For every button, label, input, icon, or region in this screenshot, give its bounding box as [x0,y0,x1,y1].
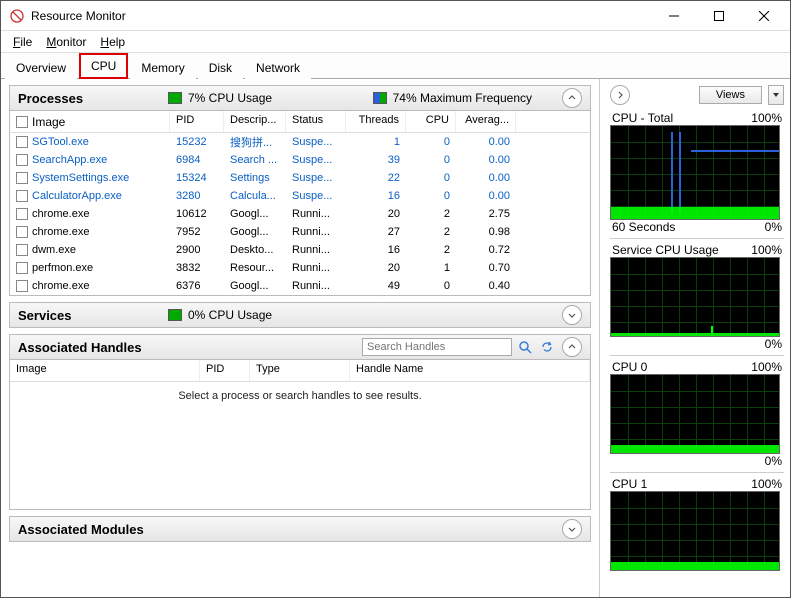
row-checkbox[interactable] [16,244,28,256]
services-cpu-text: 0% CPU Usage [188,308,272,322]
processes-collapse-button[interactable] [562,88,582,108]
chart-0: CPU - Total100%60 Seconds0% [610,111,784,239]
views-button[interactable]: Views [699,86,762,104]
chart-1: Service CPU Usage100%0% [610,243,784,356]
services-header[interactable]: Services 0% CPU Usage [9,302,591,328]
row-checkbox[interactable] [16,280,28,292]
row-checkbox[interactable] [16,136,28,148]
row-checkbox[interactable] [16,154,28,166]
right-pane: Views CPU - Total100%60 Seconds0%Service… [600,79,790,597]
table-row[interactable]: dwm.exe2900Deskto...Runni...1620.72 [10,241,590,259]
menu-monitor[interactable]: Monitor [40,33,92,51]
table-row[interactable]: CalculatorApp.exe3280Calcula...Suspe...1… [10,187,590,205]
minimize-button[interactable] [651,1,696,30]
maximize-button[interactable] [696,1,741,30]
table-row[interactable]: chrome.exe7952Googl...Runni...2720.98 [10,223,590,241]
processes-columns[interactable]: Image PID Descrip... Status Threads CPU … [10,111,590,133]
row-checkbox[interactable] [16,208,28,220]
tab-cpu[interactable]: CPU [79,53,128,79]
handles-header[interactable]: Associated Handles [9,334,591,360]
table-row[interactable]: SystemSettings.exe15324SettingsSuspe...2… [10,169,590,187]
cpu-usage-text: 7% CPU Usage [188,91,272,105]
tabbar: Overview CPU Memory Disk Network [1,53,790,79]
chart-canvas [610,257,780,337]
charts-nav-button[interactable] [610,85,630,105]
table-row[interactable]: perfmon.exe3832Resour...Runni...2010.70 [10,259,590,277]
chart-canvas [610,125,780,220]
table-row[interactable]: SGTool.exe15232搜狗拼...Suspe...100.00 [10,133,590,151]
app-icon [9,8,25,24]
handles-empty-text: Select a process or search handles to se… [10,382,590,410]
menu-help[interactable]: Help [94,33,131,51]
menu-file[interactable]: File [7,33,38,51]
row-checkbox[interactable] [16,190,28,202]
close-button[interactable] [741,1,786,30]
processes-table: Image PID Descrip... Status Threads CPU … [9,111,591,296]
table-row[interactable]: SearchApp.exe6984Search ...Suspe...3900.… [10,151,590,169]
services-cpu-icon [168,309,182,321]
chart-2: CPU 0100%0% [610,360,784,473]
left-pane: Processes 7% CPU Usage 74% Maximum Frequ… [1,79,600,597]
search-icon[interactable] [516,338,534,356]
menubar: File Monitor Help [1,31,790,53]
services-title: Services [18,308,168,323]
modules-header[interactable]: Associated Modules [9,516,591,542]
max-freq-icon [373,92,387,104]
chart-canvas [610,491,780,571]
row-checkbox[interactable] [16,226,28,238]
processes-title: Processes [18,91,168,106]
cpu-usage-icon [168,92,182,104]
services-expand-button[interactable] [562,305,582,325]
tab-overview[interactable]: Overview [5,56,77,79]
processes-header[interactable]: Processes 7% CPU Usage 74% Maximum Frequ… [9,85,591,111]
chart-canvas [610,374,780,454]
handles-table: Image PID Type Handle Name Select a proc… [9,360,591,510]
chart-3: CPU 1100% [610,477,784,573]
search-handles-input[interactable] [362,338,512,356]
window-title: Resource Monitor [31,9,651,23]
handles-title: Associated Handles [18,340,168,355]
handles-collapse-button[interactable] [562,337,582,357]
titlebar: Resource Monitor [1,1,790,31]
table-row[interactable]: chrome.exe6376Googl...Runni...4900.40 [10,277,590,295]
tab-memory[interactable]: Memory [130,56,195,79]
row-checkbox[interactable] [16,262,28,274]
select-all-checkbox[interactable] [16,116,28,128]
modules-title: Associated Modules [18,522,168,537]
tab-network[interactable]: Network [245,56,311,79]
row-checkbox[interactable] [16,172,28,184]
views-dropdown-button[interactable] [768,85,784,105]
tab-disk[interactable]: Disk [198,56,243,79]
max-freq-text: 74% Maximum Frequency [393,91,532,105]
refresh-icon[interactable] [538,338,556,356]
table-row[interactable]: chrome.exe10612Googl...Runni...2022.75 [10,205,590,223]
modules-expand-button[interactable] [562,519,582,539]
